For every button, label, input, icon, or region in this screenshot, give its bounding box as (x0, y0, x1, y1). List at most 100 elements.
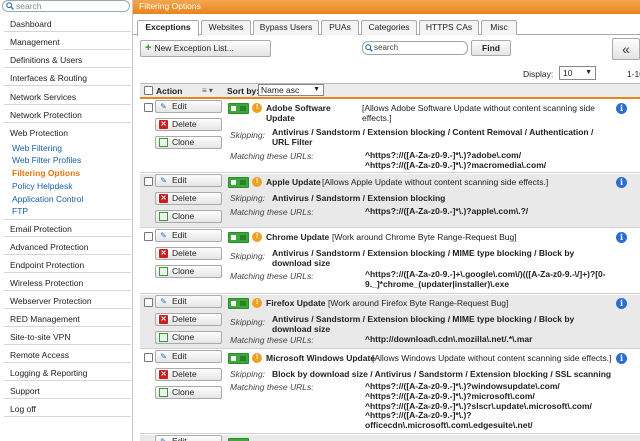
sidebar-search-input[interactable]: search (2, 0, 130, 12)
sidebar-item-endpoint-protection[interactable]: Endpoint Protection (4, 257, 131, 273)
display-count-value: 10 (563, 68, 573, 78)
row-checkbox[interactable] (144, 177, 153, 186)
tab-categories[interactable]: Categories (361, 20, 417, 35)
sidebar-subitem-filtering-options[interactable]: Filtering Options (12, 168, 80, 179)
delete-button[interactable]: ✕ Delete (155, 313, 222, 326)
matching-label: Matching these URLs: (230, 335, 314, 345)
enable-toggle[interactable] (228, 232, 249, 243)
sidebar-subitem-application-control[interactable]: Application Control (12, 194, 83, 205)
warning-icon: ! (252, 232, 262, 242)
sidebar-subitem-web-filter-profiles[interactable]: Web Filter Profiles (12, 155, 81, 166)
tab-misc[interactable]: Misc (481, 20, 517, 35)
delete-button[interactable]: ✕ Delete (155, 192, 222, 205)
delete-label: Delete (172, 193, 197, 203)
sidebar-subitem-ftp[interactable]: FTP (12, 206, 28, 217)
enable-toggle[interactable] (228, 353, 249, 364)
collapse-panel-button[interactable]: « (612, 38, 640, 60)
sidebar-subitem-web-filtering[interactable]: Web Filtering (12, 143, 62, 154)
select-all-checkbox[interactable] (144, 86, 153, 95)
chevron-down-icon: ▼ (313, 86, 320, 93)
clone-icon (159, 138, 168, 147)
delete-button[interactable]: ✕ Delete (155, 368, 222, 381)
display-count-select[interactable]: 10 ▼ (559, 66, 596, 80)
exception-row: ✎ Edit ✕ Delete Clone ! Adobe Software Upd… (140, 100, 640, 173)
sidebar-item-network-services[interactable]: Network Services (4, 89, 131, 105)
clone-label: Clone (172, 137, 195, 147)
row-title: Chrome Update (266, 232, 330, 242)
sidebar-item-network-protection[interactable]: Network Protection (4, 107, 131, 123)
warning-icon: ! (252, 177, 262, 187)
warning-icon: ! (252, 103, 262, 113)
edit-button[interactable]: ✎ Edit (155, 350, 222, 363)
edit-button[interactable]: ✎ Edit (155, 229, 222, 242)
sidebar-item-dashboard[interactable]: Dashboard (4, 16, 131, 32)
clone-button[interactable]: Clone (155, 136, 222, 149)
new-exception-list-button[interactable]: + New Exception List... (140, 40, 271, 57)
page-header: Filtering Options (133, 0, 640, 14)
sidebar-item-remote-access[interactable]: Remote Access (4, 347, 131, 363)
sidebar-item-definitions-users[interactable]: Definitions & Users (4, 52, 131, 68)
find-button[interactable]: Find (471, 40, 511, 56)
matching-label: Matching these URLs: (230, 271, 314, 281)
delete-label: Delete (172, 119, 197, 129)
clone-button[interactable]: Clone (155, 331, 222, 344)
sidebar-item-logging-reporting[interactable]: Logging & Reporting (4, 365, 131, 381)
info-icon[interactable]: i (616, 232, 627, 243)
delete-button[interactable]: ✕ Delete (155, 118, 222, 131)
delete-icon: ✕ (159, 194, 168, 203)
row-urls: ^https?://([A-Za-z0-9.-]*\.)?windowsupda… (365, 381, 592, 431)
sidebar-item-red-management[interactable]: RED Management (4, 311, 131, 327)
enable-toggle[interactable] (228, 298, 249, 309)
tab-https-cas[interactable]: HTTPS CAs (419, 20, 479, 35)
sidebar-item-support[interactable]: Support (4, 383, 131, 399)
delete-icon: ✕ (159, 120, 168, 129)
clone-button[interactable]: Clone (155, 210, 222, 223)
skipping-label: Skipping: (230, 369, 265, 379)
sidebar-item-log-off[interactable]: Log off (4, 401, 131, 417)
enable-toggle[interactable] (228, 177, 249, 188)
row-checkbox[interactable] (144, 232, 153, 241)
display-label: Display: (523, 69, 554, 79)
row-skipping: Antivirus / Sandstorm / Extension blocki… (272, 314, 575, 334)
sidebar-item-management[interactable]: Management (4, 34, 131, 50)
info-icon[interactable]: i (616, 353, 627, 364)
sidebar-subitem-policy-helpdesk[interactable]: Policy Helpdesk (12, 181, 72, 192)
sidebar-item-web-protection[interactable]: Web Protection (4, 125, 131, 141)
clone-button[interactable]: Clone (155, 265, 222, 278)
edit-label: Edit (172, 351, 187, 361)
edit-button[interactable]: ✎ Edit (155, 174, 222, 187)
row-checkbox[interactable] (144, 298, 153, 307)
tab-puas[interactable]: PUAs (321, 20, 359, 35)
edit-button[interactable]: ✎ Edit (155, 100, 222, 113)
sidebar-item-advanced-protection[interactable]: Advanced Protection (4, 239, 131, 255)
new-exception-list-label: New Exception List... (154, 43, 234, 53)
sidebar-divider (4, 219, 131, 220)
row-checkbox[interactable] (144, 103, 153, 112)
info-icon[interactable]: i (616, 298, 627, 309)
sidebar-item-webserver-protection[interactable]: Webserver Protection (4, 293, 131, 309)
edit-button[interactable]: ✎ Edit (155, 295, 222, 308)
skipping-label: Skipping: (230, 317, 265, 327)
tab-bypass-users[interactable]: Bypass Users (253, 20, 319, 35)
list-options-icon[interactable]: ≡ ▾ (202, 86, 213, 95)
exception-search-input[interactable]: search (362, 41, 468, 55)
clone-icon (159, 388, 168, 397)
skipping-label: Skipping: (230, 251, 265, 261)
tab-websites[interactable]: Websites (201, 20, 251, 35)
search-icon (6, 2, 14, 10)
sidebar-item-wireless-protection[interactable]: Wireless Protection (4, 275, 131, 291)
sidebar-item-interfaces-routing[interactable]: Interfaces & Routing (4, 70, 131, 86)
info-icon[interactable]: i (616, 177, 627, 188)
tab-exceptions[interactable]: Exceptions (137, 20, 199, 36)
enable-toggle[interactable] (228, 103, 249, 114)
row-checkbox[interactable] (144, 353, 153, 362)
sidebar-item-email-protection[interactable]: Email Protection (4, 221, 131, 237)
sidebar-item-site-to-site-vpn[interactable]: Site-to-site VPN (4, 329, 131, 345)
edit-button[interactable]: ✎ Edit (155, 435, 222, 441)
delete-button[interactable]: ✕ Delete (155, 247, 222, 260)
sort-by-select[interactable]: Name asc ▼ (258, 84, 324, 96)
info-icon[interactable]: i (616, 103, 627, 114)
clone-button[interactable]: Clone (155, 386, 222, 399)
table-header: Action ≡ ▾ Sort by: Name asc ▼ (140, 83, 640, 99)
delete-icon: ✕ (159, 315, 168, 324)
